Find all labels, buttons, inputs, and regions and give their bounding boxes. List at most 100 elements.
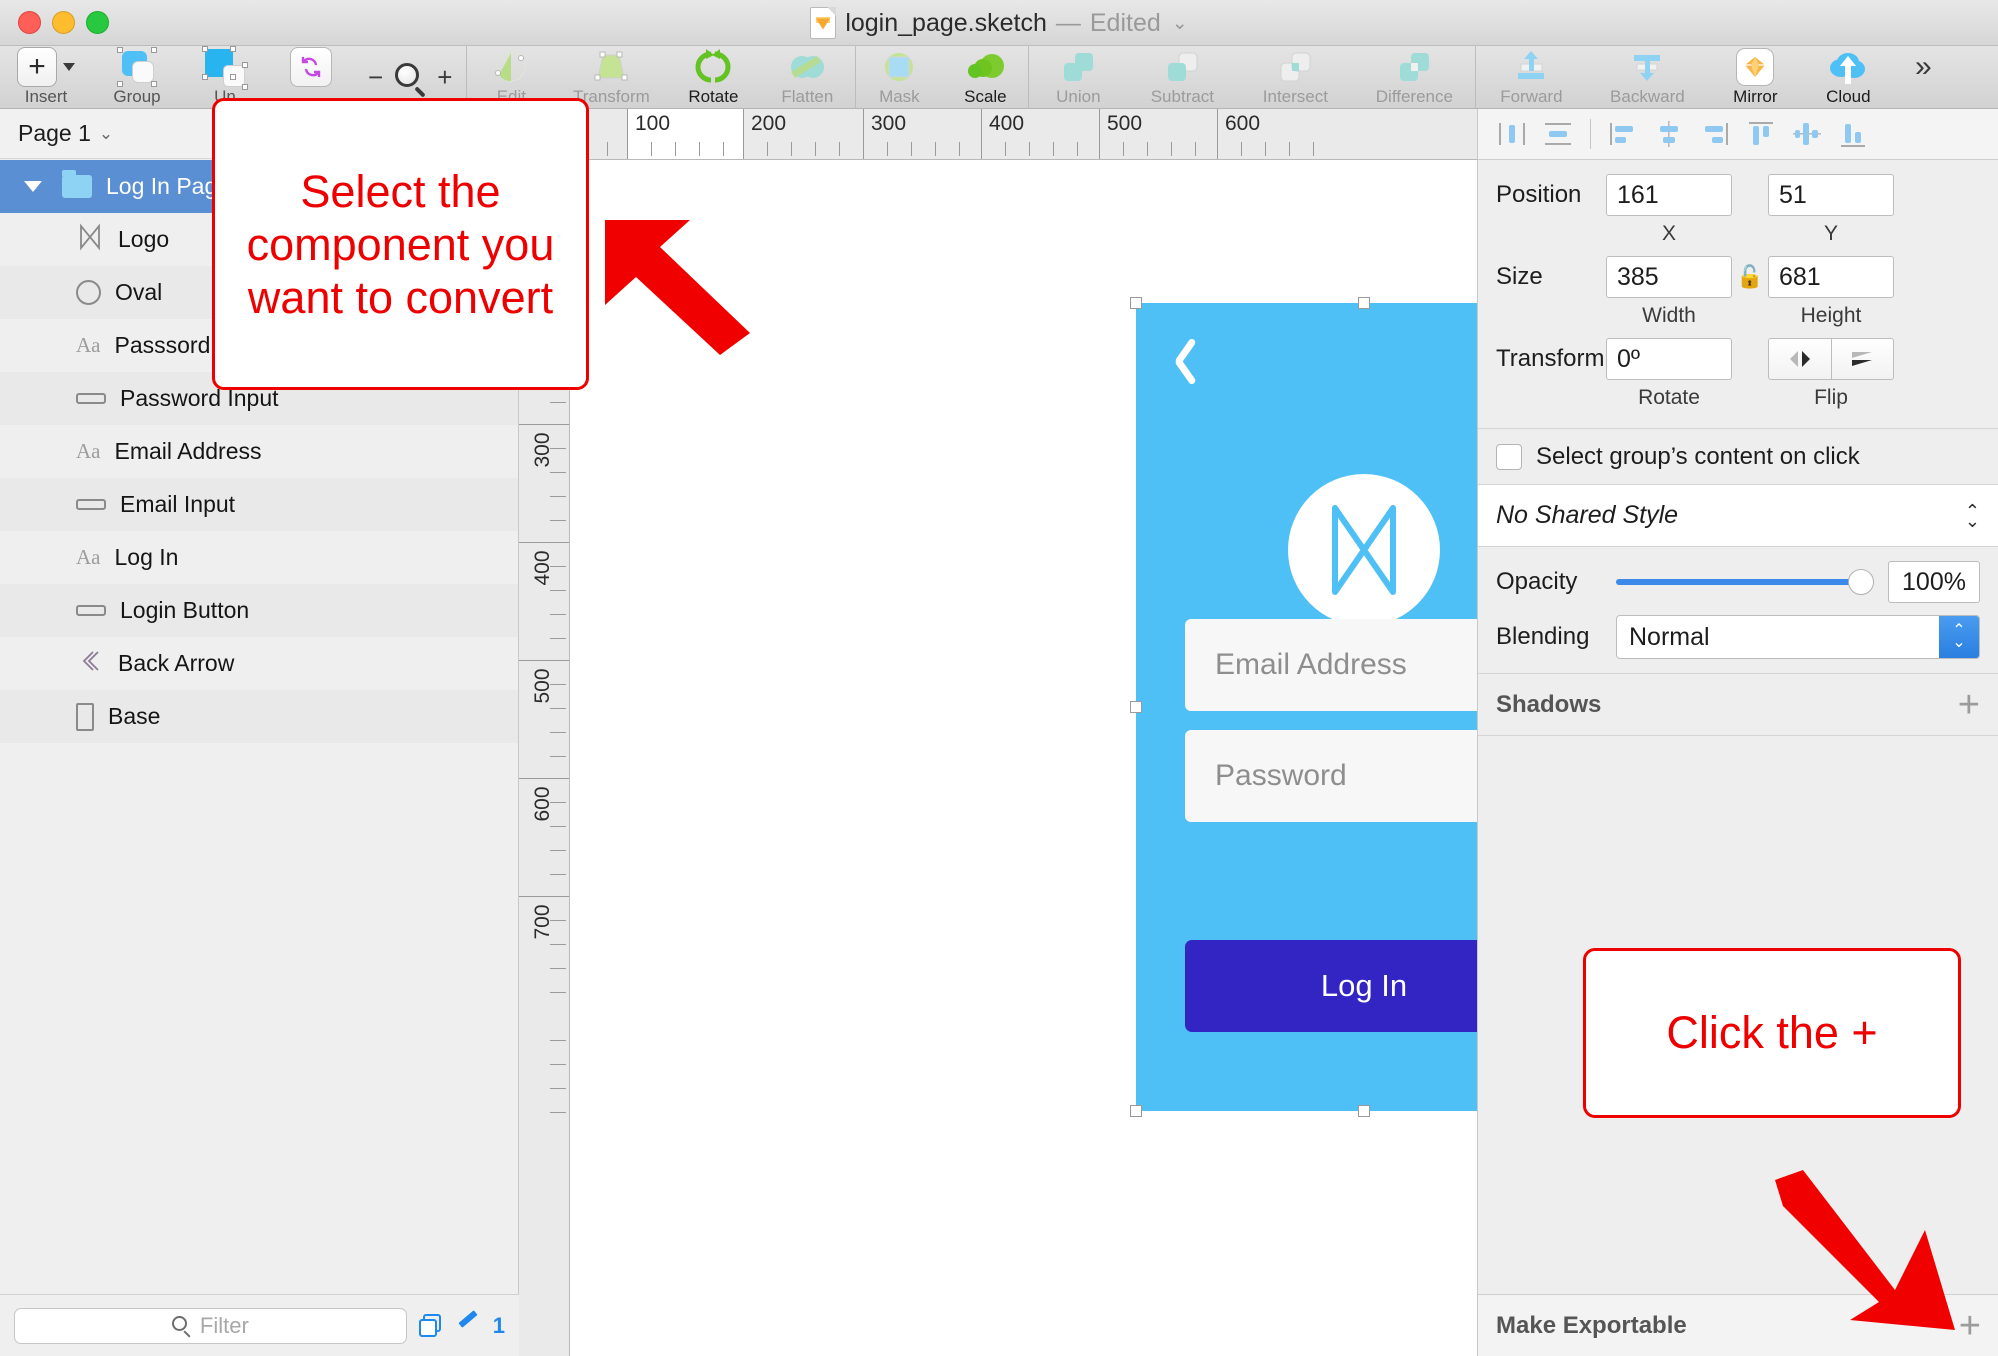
- rotate-icon: [695, 49, 731, 83]
- toolbar-backward[interactable]: Backward: [1586, 46, 1708, 109]
- layer-row-back-arrow[interactable]: Back Arrow: [0, 637, 518, 690]
- position-y-input[interactable]: 51: [1768, 174, 1894, 216]
- ruler-h-tick: 600: [1225, 112, 1261, 135]
- position-x-input[interactable]: 161: [1606, 174, 1732, 216]
- zoom-out-button[interactable]: −: [368, 62, 383, 93]
- toolbar-intersect[interactable]: Intersect: [1237, 46, 1353, 109]
- selection-handle-bl[interactable]: [1130, 1105, 1142, 1117]
- rect-icon: [76, 499, 106, 510]
- select-group-content-row[interactable]: Select group’s content on click: [1478, 429, 1998, 485]
- geometry-section: Position 161 51 X Y Size 385 🔓 681 Width…: [1478, 160, 1998, 429]
- email-input-field[interactable]: Email Address: [1185, 619, 1477, 711]
- toolbar-scale[interactable]: Scale: [942, 46, 1028, 109]
- toolbar-overflow[interactable]: »: [1894, 46, 1952, 109]
- opacity-value-input[interactable]: 100%: [1888, 561, 1980, 603]
- select-group-label: Select group’s content on click: [1536, 442, 1860, 470]
- toolbar-union-label: Union: [1056, 87, 1101, 106]
- layer-row-email-address[interactable]: Aa Email Address: [0, 425, 518, 478]
- ruler-h-tick: 200: [751, 112, 787, 135]
- distribute-vertically-icon[interactable]: [1536, 114, 1580, 154]
- toolbar-cloud[interactable]: Cloud: [1802, 46, 1894, 109]
- back-arrow-icon[interactable]: [1172, 337, 1202, 386]
- selection-handle-tc[interactable]: [1358, 297, 1370, 309]
- align-left-icon[interactable]: [1601, 114, 1645, 154]
- duplicate-icon[interactable]: [418, 1313, 443, 1338]
- opacity-slider[interactable]: [1616, 568, 1874, 596]
- backward-icon: [1634, 55, 1661, 81]
- annotation-arrow-right: [1775, 1170, 1955, 1330]
- toolbar-mask[interactable]: Mask: [856, 46, 942, 109]
- layer-row-log-in[interactable]: Aa Log In: [0, 531, 518, 584]
- difference-icon: [1400, 53, 1430, 81]
- chevron-down-icon: [63, 63, 75, 71]
- size-label: Size: [1496, 263, 1543, 290]
- toolbar-scale-label: Scale: [964, 87, 1007, 106]
- shape-icon: [76, 222, 104, 257]
- rect-icon: [76, 393, 106, 404]
- login-button[interactable]: Log In: [1185, 940, 1477, 1032]
- align-right-icon[interactable]: [1693, 114, 1737, 154]
- chevron-updown-icon[interactable]: ⌃ ⌄: [1965, 502, 1980, 530]
- ruler-v-tick: 600: [531, 786, 554, 822]
- toolbar-rotate[interactable]: Rotate: [667, 46, 759, 109]
- chevron-double-right-icon: »: [1915, 50, 1932, 83]
- layer-row-login-button[interactable]: Login Button: [0, 584, 518, 637]
- add-shadow-button[interactable]: +: [1958, 686, 1980, 724]
- rotate-input[interactable]: 0º: [1606, 338, 1732, 380]
- layer-name: Base: [108, 703, 161, 729]
- layer-name: Email Address: [114, 438, 262, 464]
- layer-name: Oval: [115, 279, 163, 305]
- rotate-sublabel: Rotate: [1638, 386, 1700, 409]
- filter-input[interactable]: Filter: [14, 1307, 407, 1344]
- toolbar-insert[interactable]: + Insert: [0, 46, 92, 109]
- x-sublabel: X: [1661, 222, 1676, 245]
- zoom-icon[interactable]: [395, 62, 426, 98]
- layer-name: Log In: [114, 544, 179, 570]
- blending-row: Blending Normal ⌃ ⌄: [1496, 615, 1980, 659]
- shared-style-row[interactable]: No Shared Style ⌃ ⌄: [1478, 485, 1998, 547]
- height-input[interactable]: 681: [1768, 256, 1894, 298]
- pen-icon[interactable]: [455, 1309, 481, 1339]
- layer-row-base[interactable]: Base: [0, 690, 518, 743]
- toolbar-union[interactable]: Union: [1029, 46, 1127, 109]
- layer-count: 1: [492, 1312, 505, 1338]
- toolbar-forward[interactable]: Forward: [1476, 46, 1586, 109]
- layer-row-email-input[interactable]: Email Input: [0, 478, 518, 531]
- chevron-down-icon[interactable]: ⌄: [1172, 12, 1188, 35]
- transform-icon: [594, 51, 628, 81]
- lock-proportions-icon[interactable]: 🔓: [1736, 264, 1763, 290]
- blending-select[interactable]: Normal ⌃ ⌄: [1616, 615, 1980, 659]
- position-row: Position 161 51: [1496, 174, 1980, 216]
- select-group-checkbox[interactable]: [1496, 443, 1522, 470]
- logo-oval[interactable]: [1287, 474, 1440, 626]
- rect-icon: [76, 605, 106, 616]
- document-title[interactable]: login_page.sketch: [845, 9, 1047, 38]
- toolbar-backward-label: Backward: [1610, 87, 1685, 106]
- align-top-icon[interactable]: [1739, 114, 1783, 154]
- horizontal-ruler[interactable]: 100 200 300 400 500 600: [519, 109, 1477, 160]
- selection-handle-ml[interactable]: [1130, 701, 1142, 713]
- toolbar-flatten-label: Flatten: [781, 87, 834, 106]
- artboard-log-in-page[interactable]: Email Address Password Log In: [1136, 303, 1477, 1111]
- align-middle-icon[interactable]: [1785, 114, 1829, 154]
- chevron-updown-icon: ⌃ ⌄: [1939, 616, 1979, 658]
- distribute-horizontally-icon[interactable]: [1490, 114, 1534, 154]
- toolbar-mirror[interactable]: Mirror: [1708, 46, 1802, 109]
- edit-icon: [495, 52, 527, 82]
- sketch-app-window: login_page.sketch — Edited ⌄ + Insert Gr…: [0, 0, 1998, 1356]
- selection-handle-tl[interactable]: [1130, 297, 1142, 309]
- toolbar-flatten[interactable]: Flatten: [759, 46, 855, 109]
- align-bottom-icon[interactable]: [1831, 114, 1875, 154]
- align-center-horizontal-icon[interactable]: [1647, 114, 1691, 154]
- toolbar-subtract[interactable]: Subtract: [1127, 46, 1237, 109]
- flip-vertical-button[interactable]: [1831, 338, 1894, 380]
- width-input[interactable]: 385: [1606, 256, 1732, 298]
- toolbar-difference[interactable]: Difference: [1353, 46, 1475, 109]
- disclosure-triangle-icon[interactable]: [18, 181, 48, 192]
- flip-horizontal-button[interactable]: [1768, 338, 1832, 380]
- zoom-in-button[interactable]: +: [437, 62, 452, 93]
- ruler-h-tick: 500: [1107, 112, 1143, 135]
- password-input-field[interactable]: Password: [1185, 730, 1477, 822]
- toolbar-group[interactable]: Group: [92, 46, 182, 109]
- selection-handle-bc[interactable]: [1358, 1105, 1370, 1117]
